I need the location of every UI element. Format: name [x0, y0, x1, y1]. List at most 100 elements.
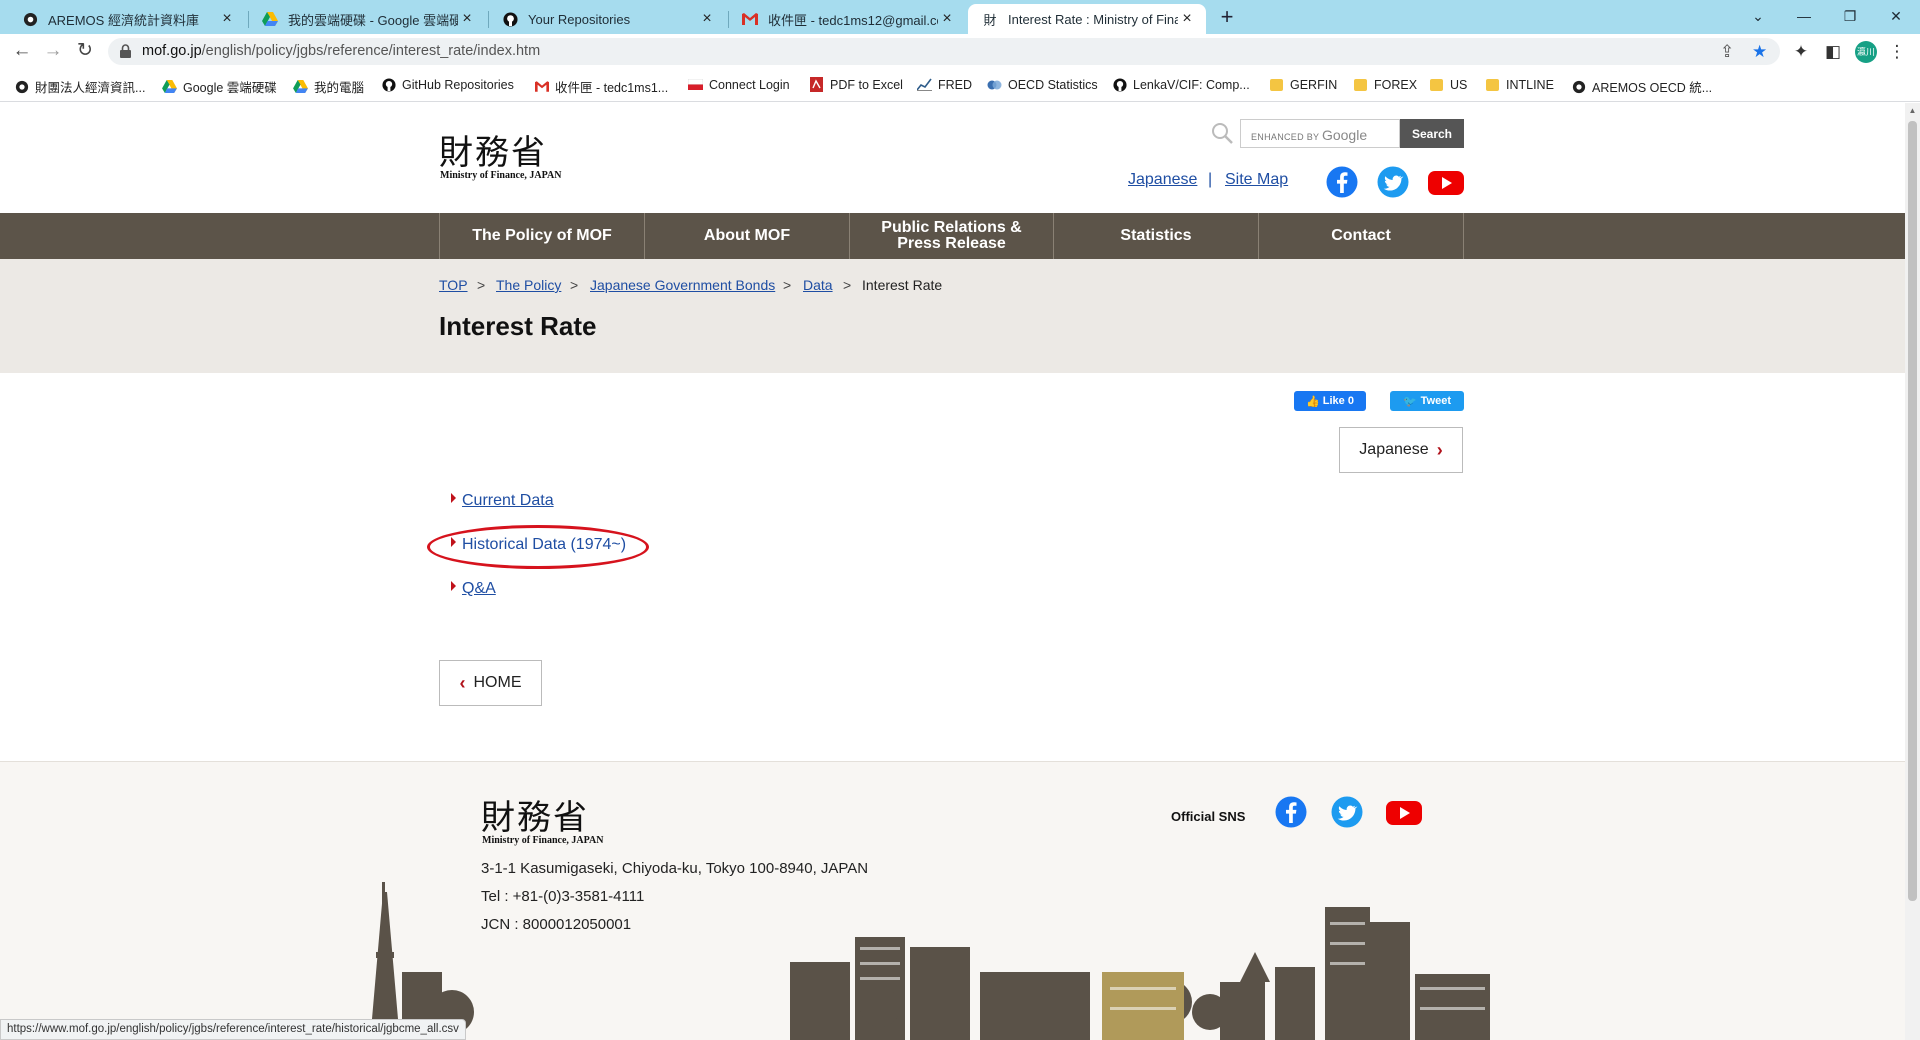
- tab-google-drive[interactable]: 我的雲端硬碟 - Google 雲端硬碟 ×: [248, 4, 486, 34]
- tweet-button[interactable]: 🐦 Tweet: [1390, 391, 1464, 411]
- bookmark-label: INTLINE: [1506, 77, 1554, 92]
- youtube-icon[interactable]: [1386, 796, 1422, 828]
- close-icon[interactable]: ×: [938, 10, 956, 28]
- site-map-link[interactable]: Site Map: [1225, 171, 1288, 189]
- tab-title: AREMOS 經濟統計資料庫: [48, 12, 199, 28]
- bookmark-item[interactable]: GERFIN: [1269, 77, 1337, 92]
- breadcrumb-data[interactable]: Data: [803, 277, 833, 293]
- bookmark-item[interactable]: GitHub Repositories: [381, 77, 514, 92]
- close-icon[interactable]: ×: [1178, 10, 1196, 28]
- footer-logo-subtitle[interactable]: Ministry of Finance, JAPAN: [482, 835, 603, 846]
- japanese-page-button[interactable]: Japanese ›: [1339, 427, 1463, 473]
- search-text-field[interactable]: [1241, 120, 1399, 147]
- bookmark-item[interactable]: LenkaV/CIF: Comp...: [1112, 77, 1250, 92]
- bookmark-item[interactable]: PDF to Excel: [809, 77, 903, 92]
- bookmark-item[interactable]: FOREX: [1353, 77, 1417, 92]
- bookmark-item[interactable]: INTLINE: [1485, 77, 1554, 92]
- minimize-button[interactable]: —: [1790, 3, 1818, 29]
- restore-button[interactable]: ❐: [1836, 3, 1864, 29]
- side-panel-icon[interactable]: ◧: [1822, 41, 1844, 63]
- bookmark-item[interactable]: OECD Statistics: [987, 77, 1098, 92]
- twitter-icon[interactable]: [1377, 166, 1409, 198]
- bookmark-item[interactable]: Google 雲端硬碟: [162, 77, 277, 96]
- folder-icon: [1353, 77, 1368, 92]
- address-bar[interactable]: mof.go.jp/english/policy/jgbs/reference/…: [108, 38, 1780, 65]
- tab-gmail[interactable]: 收件匣 - tedc1ms12@gmail.com ×: [728, 4, 966, 34]
- scroll-up-arrow-icon[interactable]: ▲: [1908, 106, 1917, 115]
- star-bookmark-icon[interactable]: ★: [1752, 42, 1767, 62]
- nav-contact[interactable]: Contact: [1259, 213, 1464, 259]
- japanese-link[interactable]: Japanese: [1128, 171, 1197, 189]
- tab-github[interactable]: Your Repositories ×: [488, 4, 726, 34]
- github-icon: [1112, 77, 1127, 92]
- breadcrumb-separator: >: [477, 277, 486, 293]
- window-close-button[interactable]: ✕: [1882, 3, 1910, 29]
- breadcrumb-jgb[interactable]: Japanese Government Bonds: [590, 277, 775, 293]
- search-button[interactable]: Search: [1400, 119, 1464, 148]
- nav-about-mof[interactable]: About MOF: [645, 213, 850, 259]
- page-scrollbar[interactable]: ▲: [1905, 103, 1920, 1040]
- qa-link[interactable]: Q&A: [451, 580, 496, 598]
- pdf-icon: [809, 77, 824, 92]
- bookmark-label: LenkaV/CIF: Comp...: [1133, 77, 1250, 92]
- bookmark-item[interactable]: AREMOS OECD 統...: [1571, 77, 1712, 96]
- bookmark-item[interactable]: 財團法人經濟資訊...: [14, 77, 145, 96]
- title-band: TOP > The Policy > Japanese Government B…: [0, 259, 1905, 373]
- search-input[interactable]: ENHANCED BY Google: [1240, 119, 1400, 148]
- facebook-icon[interactable]: [1326, 166, 1358, 198]
- nav-statistics[interactable]: Statistics: [1054, 213, 1259, 259]
- close-icon[interactable]: ×: [698, 10, 716, 28]
- scrollbar-thumb[interactable]: [1908, 121, 1917, 901]
- mof-logo-subtitle[interactable]: Ministry of Finance, JAPAN: [440, 170, 561, 181]
- close-icon[interactable]: ×: [458, 10, 476, 28]
- bookmark-item[interactable]: 收件匣 - tedc1ms1...: [534, 77, 668, 96]
- breadcrumb-separator: >: [843, 277, 852, 293]
- bookmark-item[interactable]: FRED: [917, 77, 972, 92]
- main-navigation: The Policy of MOF About MOF Public Relat…: [0, 213, 1905, 259]
- twitter-icon[interactable]: [1331, 796, 1363, 828]
- reload-icon[interactable]: ↻: [72, 39, 98, 63]
- forward-arrow-icon[interactable]: →: [40, 39, 66, 63]
- url-text: mof.go.jp/english/policy/jgbs/reference/…: [142, 43, 541, 59]
- page-viewport: 財務省 Ministry of Finance, JAPAN ENHANCED …: [0, 103, 1905, 1040]
- menu-kebab-icon[interactable]: ⋮: [1886, 41, 1908, 63]
- status-bar-link-preview: https://www.mof.go.jp/english/policy/jgb…: [0, 1019, 466, 1040]
- nav-policy-of-mof[interactable]: The Policy of MOF: [440, 213, 645, 259]
- bookmark-label: FOREX: [1374, 77, 1418, 92]
- back-arrow-icon[interactable]: ←: [9, 39, 35, 63]
- google-drive-icon: [262, 11, 278, 27]
- bookmark-item[interactable]: US: [1429, 77, 1467, 92]
- new-tab-button[interactable]: +: [1214, 5, 1240, 31]
- gmail-icon: [534, 79, 549, 94]
- extensions-puzzle-icon[interactable]: ✦: [1790, 41, 1812, 63]
- red-annotation-ellipse: [427, 525, 649, 569]
- bookmark-label: 收件匣 - tedc1ms1...: [555, 81, 669, 95]
- bookmark-label: US: [1450, 77, 1468, 92]
- share-icon[interactable]: ⇪: [1720, 42, 1734, 62]
- tab-aremos[interactable]: AREMOS 經濟統計資料庫 ×: [8, 4, 246, 34]
- footer-logo-kanji[interactable]: 財務省: [481, 790, 589, 839]
- red-triangle-bullet-icon: [451, 493, 456, 503]
- page-title: Interest Rate: [439, 311, 597, 341]
- home-button[interactable]: ‹ HOME: [439, 660, 542, 706]
- bookmark-label: OECD Statistics: [1008, 77, 1098, 92]
- youtube-icon[interactable]: [1428, 166, 1464, 198]
- breadcrumb-the-policy[interactable]: The Policy: [496, 277, 561, 293]
- mof-logo-kanji[interactable]: 財務省: [439, 125, 547, 174]
- breadcrumb-top[interactable]: TOP: [439, 277, 468, 293]
- bookmark-label: 我的電腦: [314, 81, 365, 95]
- facebook-like-button[interactable]: 👍 Like 0: [1294, 391, 1366, 411]
- thumbs-up-icon: 👍: [1306, 395, 1320, 408]
- current-data-link[interactable]: Current Data: [451, 492, 554, 510]
- bookmark-label: FRED: [938, 77, 973, 92]
- profile-avatar[interactable]: 瀛川: [1855, 41, 1877, 63]
- tab-mof-interest-rate[interactable]: 財 Interest Rate : Ministry of Finan ×: [968, 4, 1206, 34]
- nav-public-relations[interactable]: Public Relations & Press Release: [850, 213, 1054, 259]
- breadcrumb-separator: >: [783, 277, 792, 293]
- tab-search-icon[interactable]: ⌄: [1744, 3, 1772, 29]
- bookmark-item[interactable]: 我的電腦: [293, 77, 364, 96]
- lock-icon: [120, 44, 131, 58]
- facebook-icon[interactable]: [1275, 796, 1307, 828]
- close-icon[interactable]: ×: [218, 10, 236, 28]
- bookmark-item[interactable]: Connect Login: [688, 77, 790, 92]
